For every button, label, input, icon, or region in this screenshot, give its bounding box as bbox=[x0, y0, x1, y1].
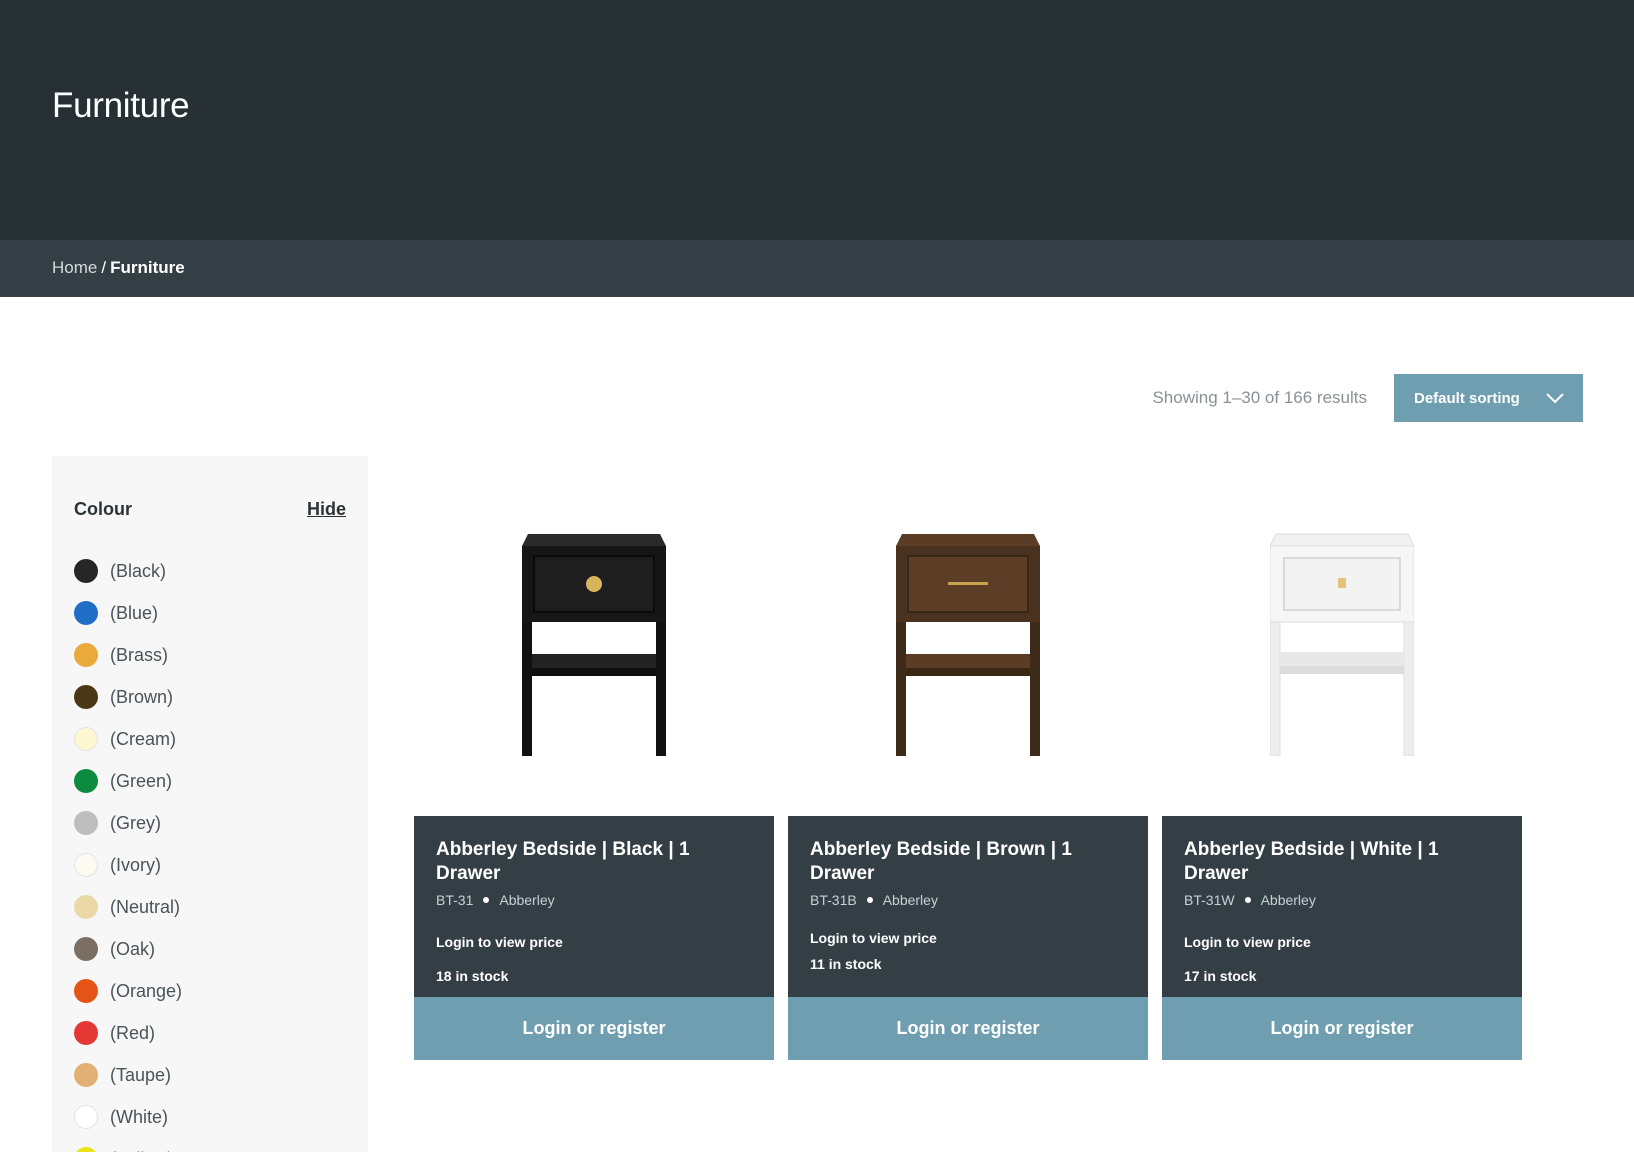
colour-filter-option[interactable]: (Oak) bbox=[74, 928, 182, 970]
colour-option-label: (Grey) bbox=[110, 812, 161, 833]
colour-option-label: (Ivory) bbox=[110, 854, 161, 875]
product-brand: Abberley bbox=[499, 892, 555, 908]
colour-option-label: (Blue) bbox=[110, 602, 159, 623]
product-meta: BT-31B Abberley bbox=[810, 892, 1126, 908]
colour-filter-option[interactable]: (Neutral) bbox=[74, 886, 182, 928]
result-count: Showing 1–30 of 166 results bbox=[1152, 388, 1367, 407]
colour-option-label: (Oak) bbox=[110, 938, 155, 959]
colour-filter-option[interactable]: (White) bbox=[74, 1096, 182, 1138]
breadcrumb-current: Furniture bbox=[110, 258, 185, 277]
colour-filter-title: Colour bbox=[74, 499, 132, 519]
colour-option-label: (White) bbox=[110, 1106, 168, 1127]
login-or-register-button[interactable]: Login or register bbox=[414, 997, 774, 1060]
colour-option-label: (Orange) bbox=[110, 980, 183, 1001]
colour-swatch-icon bbox=[74, 1021, 98, 1045]
product-sku: BT-31W bbox=[1184, 892, 1235, 908]
colour-option-label: (Yellow) bbox=[110, 1149, 173, 1152]
colour-option-label: (Brass) bbox=[110, 644, 168, 665]
colour-filter-option[interactable]: (Ivory) bbox=[74, 844, 182, 886]
breadcrumb-separator: / bbox=[101, 258, 107, 277]
chevron-down-icon bbox=[1546, 393, 1564, 404]
product-image[interactable] bbox=[788, 456, 1148, 816]
colour-swatch-icon bbox=[74, 559, 98, 583]
bullet-icon bbox=[866, 897, 873, 903]
colour-option-label: (Green) bbox=[110, 770, 173, 791]
product-meta: BT-31 Abberley bbox=[436, 892, 752, 908]
bullet-icon bbox=[483, 897, 490, 903]
colour-swatch-icon bbox=[74, 937, 98, 961]
product-name[interactable]: Abberley Bedside | Brown | 1 Drawer bbox=[810, 838, 1126, 886]
colour-option-label: (Cream) bbox=[110, 728, 176, 749]
product-image[interactable] bbox=[414, 456, 774, 816]
colour-swatch-icon bbox=[74, 643, 98, 667]
colour-swatch-icon bbox=[74, 1147, 98, 1152]
product-sku: BT-31 bbox=[436, 892, 474, 908]
product-price-note: Login to view price bbox=[810, 930, 937, 946]
product-name[interactable]: Abberley Bedside | Black | 1 Drawer bbox=[436, 838, 752, 886]
colour-filter-option[interactable]: (Green) bbox=[74, 760, 182, 802]
product-brand: Abberley bbox=[882, 892, 938, 908]
colour-swatch-icon bbox=[74, 895, 98, 919]
colour-filter-option[interactable]: (Blue) bbox=[74, 592, 182, 634]
login-or-register-button[interactable]: Login or register bbox=[1162, 997, 1522, 1060]
product-sku: BT-31B bbox=[810, 892, 857, 908]
product-card: Abberley Bedside | Brown | 1 Drawer BT-3… bbox=[788, 456, 1148, 1060]
colour-filter-option[interactable]: (Yellow) bbox=[74, 1138, 182, 1152]
hide-filter-link[interactable]: Hide bbox=[307, 499, 346, 520]
product-price-note: Login to view price bbox=[1184, 934, 1311, 950]
product-info: Abberley Bedside | White | 1 Drawer BT-3… bbox=[1162, 816, 1522, 997]
colour-filter-option[interactable]: (Brown) bbox=[74, 676, 182, 718]
colour-swatch-icon bbox=[74, 1105, 98, 1129]
product-card: Abberley Bedside | Black | 1 Drawer BT-3… bbox=[414, 456, 774, 1060]
colour-swatch-icon bbox=[74, 811, 98, 835]
colour-filter-option[interactable]: (Black) bbox=[74, 550, 182, 592]
breadcrumb: Home / Furniture bbox=[52, 258, 185, 278]
colour-swatch-icon bbox=[74, 601, 98, 625]
colour-filter-option[interactable]: (Orange) bbox=[74, 970, 182, 1012]
bedside-table-brown-image bbox=[896, 534, 1040, 756]
colour-filter-option[interactable]: (Brass) bbox=[74, 634, 182, 676]
colour-filter-list: (Black) (Blue) (Brass) (Brown) (Cream) (Green… bbox=[74, 550, 182, 1152]
product-brand: Abberley bbox=[1260, 892, 1316, 908]
colour-swatch-icon bbox=[74, 1063, 98, 1087]
colour-swatch-icon bbox=[74, 979, 98, 1003]
breadcrumb-home-link[interactable]: Home bbox=[52, 258, 97, 278]
colour-swatch-icon bbox=[74, 853, 98, 877]
product-stock: 18 in stock bbox=[436, 968, 509, 984]
page-title: Furniture bbox=[52, 86, 190, 125]
sort-dropdown[interactable]: Default sorting bbox=[1394, 374, 1583, 422]
colour-swatch-icon bbox=[74, 727, 98, 751]
colour-option-label: (Taupe) bbox=[110, 1064, 172, 1085]
product-image[interactable] bbox=[1162, 456, 1522, 816]
filter-sidebar: Colour Hide (Black) (Blue) (Brass) (Brown)(… bbox=[52, 456, 368, 1152]
colour-filter-option[interactable]: (Taupe) bbox=[74, 1054, 182, 1096]
product-price-note: Login to view price bbox=[436, 934, 563, 950]
bedside-table-black-image bbox=[522, 534, 666, 756]
product-stock: 11 in stock bbox=[810, 956, 882, 972]
product-info: Abberley Bedside | Brown | 1 Drawer BT-3… bbox=[788, 816, 1148, 997]
product-info: Abberley Bedside | Black | 1 Drawer BT-3… bbox=[414, 816, 774, 997]
colour-swatch-icon bbox=[74, 769, 98, 793]
colour-option-label: (Brown) bbox=[110, 686, 174, 707]
product-name[interactable]: Abberley Bedside | White | 1 Drawer bbox=[1184, 838, 1500, 886]
colour-option-label: (Neutral) bbox=[110, 896, 181, 917]
login-or-register-button[interactable]: Login or register bbox=[788, 997, 1148, 1060]
sort-selected-label: Default sorting bbox=[1414, 389, 1520, 407]
product-card: Abberley Bedside | White | 1 Drawer BT-3… bbox=[1162, 456, 1522, 1060]
colour-swatch-icon bbox=[74, 685, 98, 709]
page-header: Furniture bbox=[0, 0, 1634, 240]
colour-filter-option[interactable]: (Red) bbox=[74, 1012, 182, 1054]
breadcrumb-bar: Home / Furniture bbox=[0, 240, 1634, 297]
colour-filter-option[interactable]: (Grey) bbox=[74, 802, 182, 844]
colour-filter-option[interactable]: (Cream) bbox=[74, 718, 182, 760]
bedside-table-white-image bbox=[1270, 533, 1414, 756]
colour-option-label: (Red) bbox=[110, 1022, 156, 1043]
bullet-icon bbox=[1244, 897, 1251, 903]
product-meta: BT-31W Abberley bbox=[1184, 892, 1500, 908]
colour-option-label: (Black) bbox=[110, 560, 167, 581]
product-stock: 17 in stock bbox=[1184, 968, 1257, 984]
